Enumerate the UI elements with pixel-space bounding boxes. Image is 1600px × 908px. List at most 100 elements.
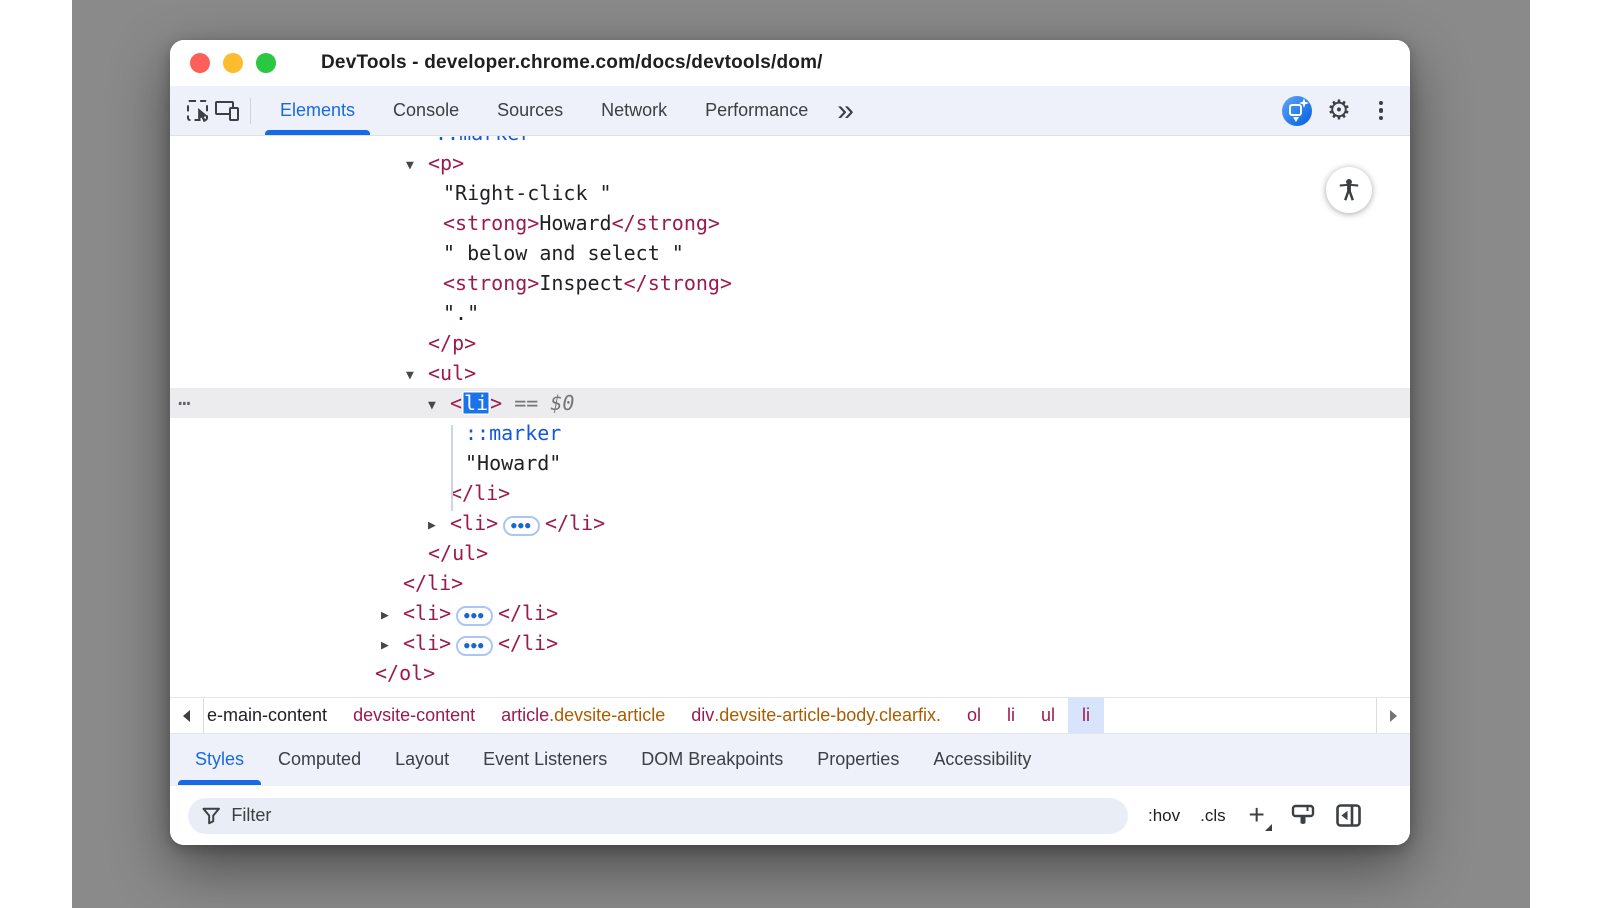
left-arrow-icon <box>183 710 190 722</box>
tab-network[interactable]: Network <box>586 86 682 135</box>
tab-console[interactable]: Console <box>378 86 474 135</box>
dom-tree-rows: ::marker <p> "Right-click " <strong>Howa… <box>170 136 1410 688</box>
window-title: DevTools - developer.chrome.com/docs/dev… <box>321 52 823 74</box>
tab-accessibility-label: Accessibility <box>933 749 1031 770</box>
tab-console-label: Console <box>393 100 459 121</box>
ai-assistance-icon[interactable] <box>1282 96 1312 126</box>
crumb-li-selected[interactable]: li <box>1068 698 1104 733</box>
dom-row-ul-open[interactable]: <ul> <box>170 358 1410 388</box>
styles-filter-bar: :hov .cls <box>170 785 1410 845</box>
expand-arrow-icon[interactable] <box>381 601 403 631</box>
indent-guide-line <box>451 425 453 511</box>
tag-label: <p> <box>428 151 464 175</box>
tab-elements[interactable]: Elements <box>265 86 370 135</box>
crumb-article[interactable]: article.devsite-article <box>488 698 678 733</box>
close-window-button[interactable] <box>190 53 210 73</box>
crumb-label: devsite-content <box>353 705 475 726</box>
pseudo-element-label: ::marker <box>465 421 561 445</box>
collapse-arrow-icon[interactable] <box>428 391 450 421</box>
expand-arrow-icon[interactable] <box>428 511 450 541</box>
tag-label: </li> <box>498 601 558 625</box>
new-style-rule-button[interactable] <box>1244 803 1270 829</box>
tab-properties[interactable]: Properties <box>800 734 916 785</box>
tab-sources[interactable]: Sources <box>482 86 578 135</box>
styles-panel-tabs: Styles Computed Layout Event Listeners D… <box>170 733 1410 785</box>
settings-gear-icon[interactable]: ⚙ <box>1324 96 1354 126</box>
dom-row-ol-close[interactable]: </ol> <box>170 658 1410 688</box>
elements-dom-tree: ::marker <p> "Right-click " <strong>Howa… <box>170 136 1410 697</box>
collapse-arrow-icon[interactable] <box>406 151 428 181</box>
toggle-sidebar-icon[interactable] <box>1336 804 1361 827</box>
filter-input[interactable] <box>231 805 1114 826</box>
tag-label: <li> <box>450 511 498 535</box>
window-titlebar: DevTools - developer.chrome.com/docs/dev… <box>170 40 1410 86</box>
toggle-element-state-button[interactable]: :hov <box>1148 806 1180 826</box>
dom-row-marker-clipped[interactable]: ::marker <box>170 136 1410 148</box>
expand-arrow-icon[interactable] <box>381 631 403 661</box>
dom-row-p-open[interactable]: <p> <box>170 148 1410 178</box>
collapse-arrow-icon[interactable] <box>406 361 428 391</box>
crumb-label: ol <box>967 705 981 726</box>
device-toolbar-icon[interactable] <box>212 96 242 126</box>
dom-row-ul-close[interactable]: </ul> <box>170 538 1410 568</box>
maximize-window-button[interactable] <box>256 53 276 73</box>
dom-row-text[interactable]: " below and select " <box>170 238 1410 268</box>
expand-children-ellipsis-icon[interactable] <box>456 636 493 656</box>
dom-row-marker[interactable]: ::marker <box>170 418 1410 448</box>
crumb-li[interactable]: li <box>994 698 1028 733</box>
minimize-window-button[interactable] <box>223 53 243 73</box>
crumb-article-body[interactable]: div.devsite-article-body.clearfix. <box>678 698 954 733</box>
element-classes-button[interactable]: .cls <box>1200 806 1226 826</box>
dom-row-strong-inspect[interactable]: <strong>Inspect</strong> <box>170 268 1410 298</box>
crumb-ul[interactable]: ul <box>1028 698 1068 733</box>
crumb-label: li <box>1082 705 1090 726</box>
dom-row-li-collapsed[interactable]: <li></li> <box>170 628 1410 658</box>
dom-row-li-collapsed[interactable]: <li></li> <box>170 598 1410 628</box>
crumb-label: ul <box>1041 705 1055 726</box>
tab-performance[interactable]: Performance <box>690 86 823 135</box>
tab-styles[interactable]: Styles <box>178 734 261 785</box>
crumb-ol[interactable]: ol <box>954 698 994 733</box>
accessibility-widget-button[interactable] <box>1326 167 1372 213</box>
dom-row-li-collapsed[interactable]: <li></li> <box>170 508 1410 538</box>
accessibility-person-icon <box>1336 177 1362 203</box>
rendering-emulations-brush-icon[interactable] <box>1290 804 1316 828</box>
breadcrumb-scroll-left-button[interactable] <box>170 698 204 733</box>
dom-row-text[interactable]: "Right-click " <box>170 178 1410 208</box>
tab-event-listeners[interactable]: Event Listeners <box>466 734 624 785</box>
filter-funnel-icon <box>202 807 220 825</box>
kebab-menu-icon[interactable] <box>1366 96 1396 126</box>
more-tabs-icon[interactable] <box>827 86 864 135</box>
expand-children-ellipsis-icon[interactable] <box>503 516 540 536</box>
crumb-devsite-content[interactable]: devsite-content <box>340 698 488 733</box>
dom-row-li-close[interactable]: </li> <box>170 568 1410 598</box>
inspect-element-icon[interactable] <box>182 96 212 126</box>
tag-label: </p> <box>428 331 476 355</box>
crumb-tag: div <box>691 705 714 726</box>
dom-row-p-close[interactable]: </p> <box>170 328 1410 358</box>
tab-accessibility[interactable]: Accessibility <box>916 734 1048 785</box>
breadcrumb-scroll-right-button[interactable] <box>1376 698 1410 733</box>
dom-row-text-howard[interactable]: "Howard" <box>170 448 1410 478</box>
tab-computed[interactable]: Computed <box>261 734 378 785</box>
devtools-window: DevTools - developer.chrome.com/docs/dev… <box>170 40 1410 845</box>
node-options-icon[interactable] <box>178 388 191 418</box>
expand-children-ellipsis-icon[interactable] <box>456 606 493 626</box>
filter-input-pill[interactable] <box>188 798 1128 834</box>
dom-row-li-selected[interactable]: <li> == $0 <box>170 388 1410 418</box>
tab-network-label: Network <box>601 100 667 121</box>
devtools-toolbar: Elements Console Sources Network Perform… <box>170 86 1410 136</box>
crumb-main-content[interactable]: e-main-content <box>204 698 340 733</box>
dom-row-text[interactable]: "." <box>170 298 1410 328</box>
tab-dom-breakpoints[interactable]: DOM Breakpoints <box>624 734 800 785</box>
tab-properties-label: Properties <box>817 749 899 770</box>
text-node: "Howard" <box>465 451 561 475</box>
dom-row-li-close[interactable]: </li> <box>170 478 1410 508</box>
gear-glyph: ⚙ <box>1327 97 1351 124</box>
dom-row-strong-howard[interactable]: <strong>Howard</strong> <box>170 208 1410 238</box>
crumb-label: e-main-content <box>207 705 327 726</box>
kebab-glyph <box>1379 101 1383 121</box>
tab-layout[interactable]: Layout <box>378 734 466 785</box>
ai-assistance-glyph <box>1282 96 1312 126</box>
gray-backdrop: DevTools - developer.chrome.com/docs/dev… <box>72 0 1530 908</box>
